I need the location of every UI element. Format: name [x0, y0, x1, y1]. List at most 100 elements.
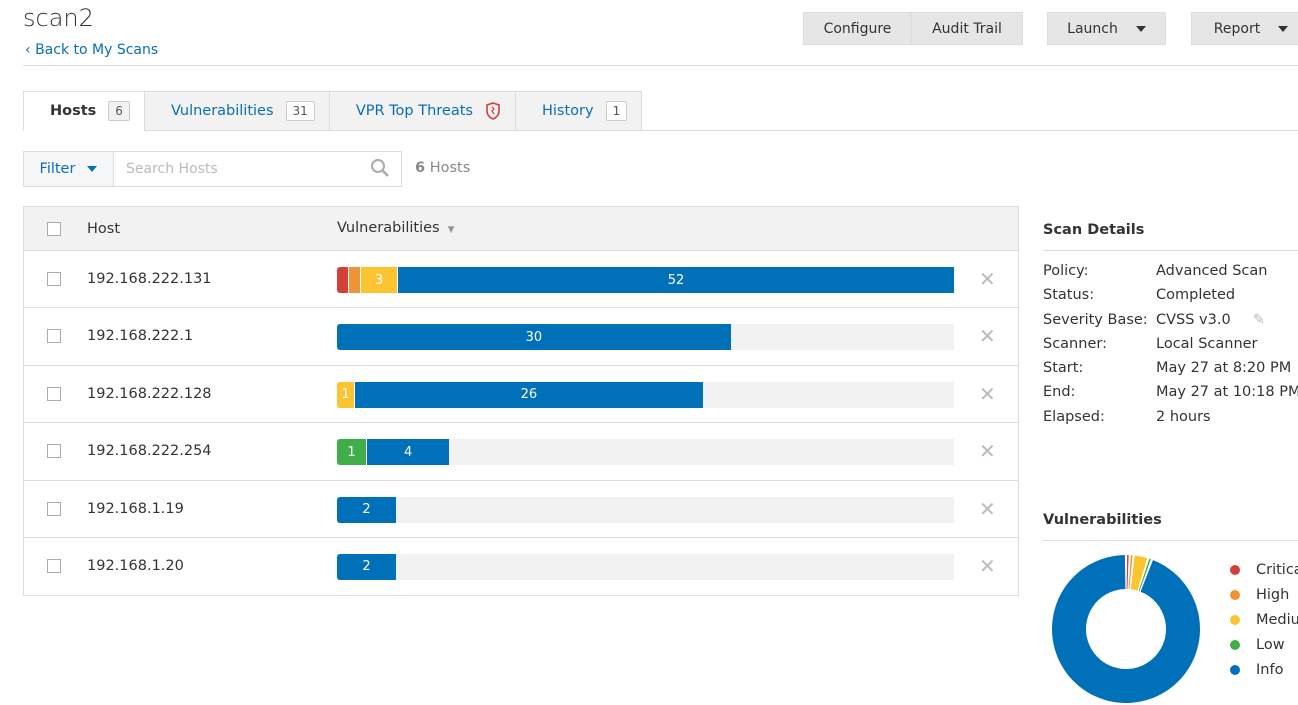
report-button[interactable]: Report — [1191, 12, 1298, 45]
tab-history[interactable]: History 1 — [514, 91, 643, 131]
detail-label: End: — [1043, 384, 1076, 401]
row-checkbox[interactable] — [47, 501, 61, 516]
host-count-label: Hosts — [429, 160, 471, 176]
count-badge: 1 — [605, 101, 628, 121]
chart-legend: Critical High Medium Low Info — [1230, 557, 1298, 682]
bar-segment-high[interactable] — [349, 267, 361, 293]
configure-button[interactable]: Configure — [803, 12, 912, 45]
shield-icon — [486, 102, 500, 120]
bar-segment-info[interactable]: 30 — [337, 324, 731, 351]
vulnerability-bar[interactable]: 3 52 — [337, 267, 954, 293]
report-label: Report — [1213, 20, 1261, 37]
caret-down-icon — [1278, 25, 1289, 32]
bar-segment-info[interactable]: 2 — [337, 496, 397, 523]
sort-down-icon: ▼ — [447, 225, 455, 235]
table-row[interactable]: 192.168.1.20 2 ✕ — [24, 538, 1018, 595]
tab-vpr-top-threats[interactable]: VPR Top Threats — [328, 91, 516, 131]
count-badge: 31 — [285, 101, 315, 121]
remove-icon[interactable]: ✕ — [979, 267, 996, 291]
table-row[interactable]: 192.168.222.131 3 52 ✕ — [24, 251, 1018, 309]
search-hosts-input[interactable] — [113, 151, 402, 187]
legend-item[interactable]: Medium — [1230, 607, 1298, 632]
detail-value-text: May 27 at 10:18 PM — [1156, 384, 1298, 401]
table-row[interactable]: 192.168.1.19 2 ✕ — [24, 481, 1018, 538]
vulnerability-bar[interactable]: 2 — [337, 553, 954, 580]
remove-icon[interactable]: ✕ — [979, 554, 996, 578]
remove-icon[interactable]: ✕ — [979, 497, 996, 521]
legend-item[interactable]: Info — [1230, 657, 1298, 682]
bar-segment-info[interactable]: 2 — [337, 553, 397, 580]
vulnerabilities-column-header[interactable]: Vulnerabilities ▼ — [337, 220, 455, 236]
hosts-table: Host Vulnerabilities ▼ 192.168.222.131 35… — [23, 206, 1019, 597]
caret-down-icon — [87, 166, 98, 172]
row-checkbox[interactable] — [47, 558, 61, 573]
back-link[interactable]: ‹ Back to My Scans — [25, 42, 158, 58]
row-checkbox[interactable] — [47, 444, 61, 459]
vulnerability-bar[interactable]: 2 — [337, 496, 954, 523]
edit-pencil-icon[interactable]: ✎ — [1253, 312, 1265, 328]
tab-hosts[interactable]: Hosts 6 — [23, 91, 145, 131]
detail-value: Completed — [1156, 287, 1298, 303]
bar-segment-medium[interactable]: 1 — [337, 381, 355, 408]
donut-slice-critical[interactable] — [1126, 555, 1129, 590]
bar-segment-low[interactable]: 1 — [337, 439, 367, 466]
table-row[interactable]: 192.168.222.254 14 ✕ — [24, 423, 1018, 481]
detail-label: Elapsed: — [1043, 408, 1105, 425]
detail-value-text: May 27 at 8:20 PM — [1156, 360, 1292, 377]
row-checkbox[interactable] — [47, 272, 61, 286]
divider — [23, 65, 1298, 66]
vulnerability-bar[interactable]: 1 26 — [337, 381, 954, 408]
legend-item[interactable]: High — [1230, 582, 1298, 607]
detail-value-text: Advanced Scan — [1156, 263, 1268, 279]
host-ip[interactable]: 192.168.222.1 — [87, 328, 193, 344]
table-row[interactable]: 192.168.222.1 30 ✕ — [24, 308, 1018, 366]
table-row[interactable]: 192.168.222.128 1 26 ✕ — [24, 366, 1018, 424]
detail-label: Scanner: — [1043, 335, 1107, 352]
page-title: scan2 — [23, 4, 94, 32]
detail-value: Advanced Scan — [1156, 263, 1298, 279]
host-column-header[interactable]: Host — [87, 221, 120, 237]
host-ip[interactable]: 192.168.1.20 — [87, 558, 184, 574]
detail-value: May 27 at 10:18 PM — [1156, 384, 1298, 400]
launch-button[interactable]: Launch — [1047, 12, 1166, 45]
bar-segment-info[interactable]: 4 — [367, 439, 450, 466]
row-checkbox[interactable] — [47, 386, 61, 401]
divider — [637, 130, 1298, 131]
detail-value: May 27 at 8:20 PM — [1156, 360, 1298, 376]
host-ip[interactable]: 192.168.222.254 — [87, 443, 212, 459]
vulnerabilities-donut-chart — [1052, 555, 1200, 703]
filter-button[interactable]: Filter — [23, 151, 114, 187]
vulnerabilities-chart-panel: Vulnerabilities — [1043, 512, 1298, 541]
host-ip[interactable]: 192.168.222.131 — [87, 271, 212, 287]
bar-segment-info[interactable]: 52 — [398, 267, 954, 293]
audit-trail-button[interactable]: Audit Trail — [911, 12, 1023, 45]
bar-segment-critical[interactable] — [337, 267, 349, 293]
legend-dot — [1230, 664, 1240, 675]
column-label: Vulnerabilities — [337, 220, 440, 236]
legend-item[interactable]: Critical — [1230, 557, 1298, 582]
donut-slice-info[interactable] — [1052, 555, 1200, 703]
remove-icon[interactable]: ✕ — [979, 382, 996, 406]
detail-label: Severity Base: — [1043, 311, 1148, 328]
bar-segment-info[interactable]: 26 — [355, 381, 703, 408]
bar-segment-medium[interactable]: 3 — [361, 267, 398, 293]
select-all-checkbox[interactable] — [47, 222, 61, 236]
caret-down-icon — [1135, 25, 1146, 32]
legend-dot — [1230, 589, 1240, 600]
tab-vulnerabilities[interactable]: Vulnerabilities 31 — [143, 91, 330, 131]
legend-item[interactable]: Low — [1230, 632, 1298, 657]
remove-icon[interactable]: ✕ — [979, 439, 996, 463]
detail-value: CVSS v3.0 ✎ — [1156, 312, 1298, 328]
remove-icon[interactable]: ✕ — [979, 324, 996, 348]
detail-value-text: 2 hours — [1156, 408, 1211, 425]
legend-label: Critical — [1256, 561, 1298, 578]
host-ip[interactable]: 192.168.1.19 — [87, 501, 184, 517]
search-icon[interactable] — [370, 158, 390, 178]
row-checkbox[interactable] — [47, 329, 61, 344]
host-ip[interactable]: 192.168.222.128 — [87, 386, 212, 402]
vulnerability-bar[interactable]: 14 — [337, 439, 954, 466]
detail-value-text: Local Scanner — [1156, 335, 1258, 352]
table-header: Host Vulnerabilities ▼ — [24, 207, 1018, 251]
legend-label: Low — [1256, 636, 1285, 653]
vulnerability-bar[interactable]: 30 — [337, 324, 954, 351]
